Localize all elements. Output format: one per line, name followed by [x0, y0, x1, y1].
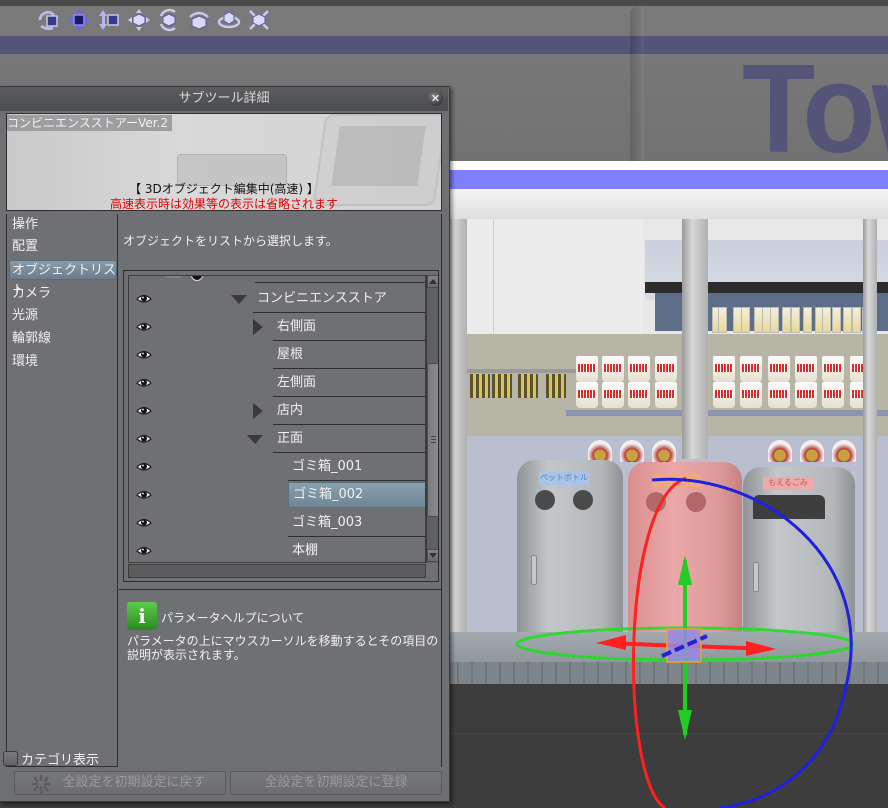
horizontal-scrollbar[interactable] — [128, 564, 426, 578]
object-name[interactable]: 本棚 — [288, 537, 425, 562]
category-environment[interactable]: 環境 — [7, 352, 117, 372]
spinner-icon — [31, 774, 51, 794]
reset-all-settings-button[interactable]: 全設定を初期設定に戻す — [14, 771, 226, 795]
arrow-y-up[interactable] — [678, 555, 692, 585]
subtool-preview: コンビニエンスストアーVer.2 【 3Dオブジェクト編集中(高速) 】 高速表… — [6, 113, 442, 211]
object-tree: コンビニエンスストア 右側面 屋根 左側面 店内 正面 ゴミ箱_001 ゴミ箱_002 ゴミ箱_… — [128, 275, 426, 563]
scroll-thumb[interactable] — [427, 363, 438, 517]
object-rotate-horizontal-icon[interactable] — [186, 7, 212, 33]
object-name[interactable]: 屋根 — [273, 341, 425, 369]
arrow-x-left[interactable] — [596, 635, 626, 650]
category-placement[interactable]: 配置 — [7, 237, 117, 257]
object-move-icon[interactable] — [126, 7, 152, 33]
category-outline[interactable]: 輪郭線 — [7, 329, 117, 349]
grip-icon — [431, 436, 436, 443]
collapsed-triangle-icon[interactable] — [253, 403, 263, 419]
visibility-eye-icon[interactable] — [136, 377, 152, 388]
fast-mode-warning: 高速表示時は効果等の表示は省略されます — [109, 197, 338, 211]
object-name[interactable]: 店内 — [273, 397, 425, 425]
object-name[interactable]: 左側面 — [273, 369, 425, 397]
help-body: パラメータの上にマウスカーソルを移動するとその項目の説明が表示されます。 — [127, 634, 439, 662]
panel-title[interactable]: サブツール詳細 — [0, 87, 448, 111]
object-row[interactable]: 本棚 — [129, 537, 425, 562]
scroll-up-icon — [429, 279, 437, 284]
scroll-up-button[interactable] — [427, 275, 438, 288]
visibility-eye-icon[interactable] — [136, 461, 152, 472]
object-row[interactable]: ゴミ箱_003 — [129, 509, 425, 537]
parameter-help: i パラメータヘルプについて パラメータの上にマウスカーソルを移動するとその項目… — [119, 589, 442, 767]
object-row[interactable]: 右側面 — [129, 313, 425, 341]
camera-pan-icon[interactable] — [66, 7, 92, 33]
object-row[interactable]: 店内 — [129, 397, 425, 425]
object-rotate-plane-icon[interactable] — [216, 7, 242, 33]
collapsed-triangle-icon[interactable] — [253, 319, 263, 335]
camera-object-toolbar — [36, 6, 272, 34]
object-row[interactable]: ゴミ箱_001 — [129, 453, 425, 481]
category-display-label: カテゴリ表示 — [21, 753, 100, 768]
object-name[interactable]: コンビニエンスストア — [253, 285, 425, 313]
category-camera[interactable]: カメラ — [7, 284, 117, 304]
arrow-y-down[interactable] — [678, 710, 692, 740]
category-display-checkbox[interactable] — [3, 751, 18, 766]
register-all-settings-button[interactable]: 全設定を初期設定に登録 — [230, 771, 442, 795]
camera-rotate-icon[interactable] — [36, 7, 62, 33]
row-divider — [255, 282, 425, 283]
visibility-eye-icon[interactable] — [136, 293, 152, 304]
object-name[interactable]: 右側面 — [273, 313, 425, 341]
object-name[interactable]: ゴミ箱_003 — [288, 509, 425, 537]
visibility-eye-icon[interactable] — [136, 489, 152, 500]
object-list-scrollbar[interactable] — [426, 275, 438, 563]
partial-eye-fragment — [191, 276, 203, 281]
object-list-description: オブジェクトをリストから選択します。 — [123, 234, 338, 248]
subtool-detail-panel: サブツール詳細 ✕ コンビニエンスストアーVer.2 【 3Dオブジェクト編集中… — [0, 86, 450, 802]
object-name-selected[interactable]: ゴミ箱_002 — [288, 482, 425, 508]
object-rotate-icon[interactable] — [156, 7, 182, 33]
visibility-eye-icon[interactable] — [136, 517, 152, 528]
object-row[interactable]: 正面 — [129, 425, 425, 453]
app-window: Tow ペットボトル — [0, 0, 888, 808]
category-list: 操作 配置 オブジェクトリスト カメラ 光源 輪郭線 環境 — [6, 214, 118, 767]
arrow-x-right[interactable] — [746, 641, 776, 656]
visibility-eye-icon[interactable] — [136, 349, 152, 360]
partial-row-fragment — [165, 276, 183, 278]
help-title: パラメータヘルプについて — [161, 611, 305, 625]
scroll-down-button[interactable] — [427, 549, 438, 562]
reset-all-label: 全設定を初期設定に戻す — [62, 775, 206, 790]
object-list: コンビニエンスストア 右側面 屋根 左側面 店内 正面 ゴミ箱_001 ゴミ箱_002 ゴミ箱_… — [123, 270, 439, 582]
visibility-eye-icon[interactable] — [136, 433, 152, 444]
object-row[interactable]: ゴミ箱_002 — [129, 481, 425, 509]
object-scale-icon[interactable] — [246, 7, 272, 33]
object-row[interactable]: 屋根 — [129, 341, 425, 369]
category-object-list[interactable]: オブジェクトリスト — [9, 260, 117, 298]
close-button[interactable]: ✕ — [428, 91, 443, 106]
detail-area: オブジェクトをリストから選択します。 コンビニエンスストア 右側面 屋根 左側面 店内正… — [119, 214, 442, 767]
scroll-down-icon — [429, 553, 437, 558]
object-name[interactable]: 正面 — [273, 425, 425, 453]
expanded-triangle-icon[interactable] — [231, 295, 247, 304]
visibility-eye-icon[interactable] — [136, 405, 152, 416]
category-display-toggle[interactable]: カテゴリ表示 — [3, 749, 99, 768]
object-row[interactable]: コンビニエンスストア — [129, 285, 425, 313]
category-operation[interactable]: 操作 — [7, 215, 117, 235]
object-row[interactable]: 左側面 — [129, 369, 425, 397]
visibility-eye-icon[interactable] — [136, 321, 152, 332]
gizmo-center-handle[interactable] — [666, 628, 702, 663]
object-name[interactable]: ゴミ箱_001 — [288, 453, 425, 481]
info-icon: i — [127, 602, 157, 630]
camera-move-icon[interactable] — [96, 7, 122, 33]
expanded-triangle-icon[interactable] — [247, 435, 263, 444]
category-light-source[interactable]: 光源 — [7, 306, 117, 326]
visibility-eye-icon[interactable] — [136, 545, 152, 556]
subtool-name: コンビニエンスストアーVer.2 — [7, 115, 172, 131]
